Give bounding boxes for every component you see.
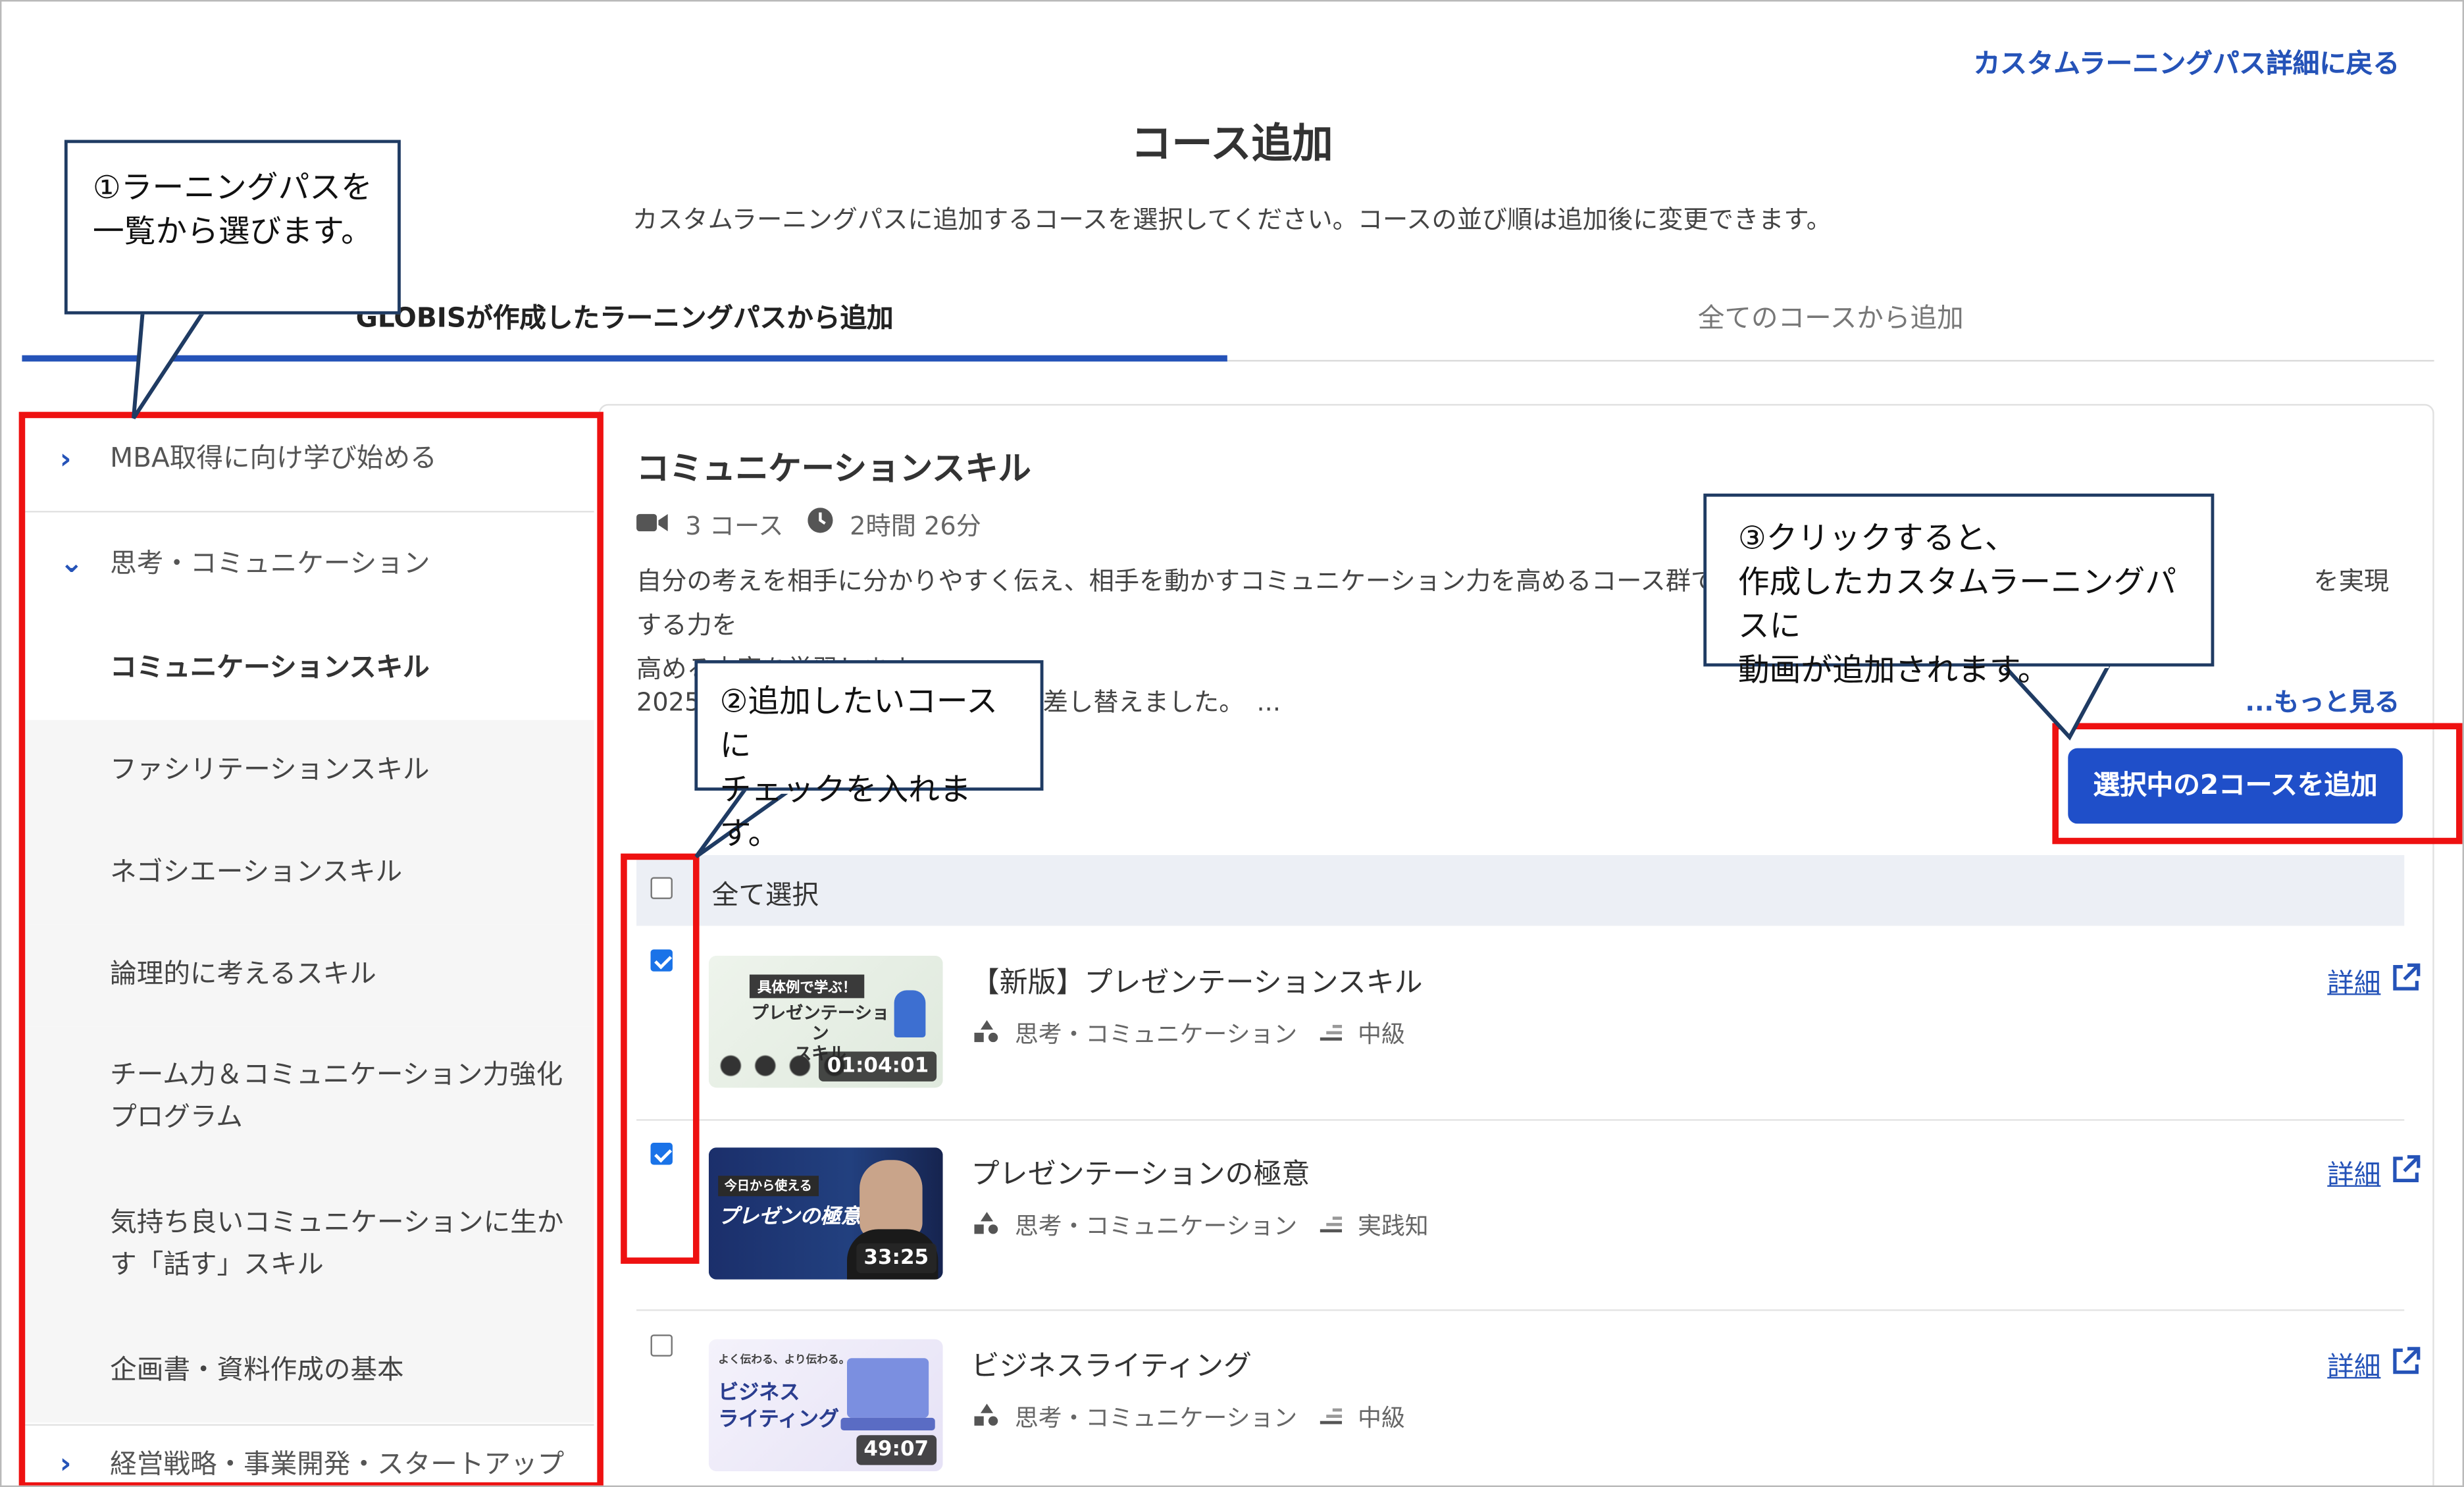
category-icon <box>974 1019 999 1048</box>
external-link-icon[interactable] <box>2390 1154 2422 1186</box>
category-icon <box>974 1403 999 1431</box>
course-thumbnail[interactable]: 具体例で学ぶ！ プレゼンテーション スキル 01:04:01 <box>708 955 943 1088</box>
course-title[interactable]: 【新版】プレゼンテーションスキル <box>971 960 1423 1001</box>
course-meta: 思考・コミュニケーション 中級 <box>974 1017 1405 1050</box>
course-checkbox[interactable] <box>650 1334 673 1357</box>
callout-pointer <box>131 308 209 419</box>
thumbnail-title: ビジネス ライティング <box>718 1382 839 1432</box>
tab-all-courses[interactable]: 全てのコースから追加 <box>1227 292 2434 361</box>
course-meta: 思考・コミュニケーション 実践知 <box>974 1209 1429 1241</box>
callout-text: 作成したカスタムラーニングパスに <box>1737 562 2177 645</box>
page: カスタムラーニングパス詳細に戻る コース追加 カスタムラーニングパスに追加するコ… <box>0 0 2464 1487</box>
thumbnail-tag: 今日から使える <box>718 1176 819 1197</box>
thumbnail-tag: 具体例で学ぶ！ <box>749 974 865 999</box>
callout-text: 動画が追加されます。 <box>1737 650 2049 689</box>
thumbnail-tag: よく伝わる、より伝わる。 <box>718 1353 850 1367</box>
level-icon <box>1320 1020 1343 1048</box>
update-text: 2025 <box>636 687 701 717</box>
callout-click-add: ③クリックすると、 作成したカスタムラーニングパスに 動画が追加されます。 <box>1703 493 2215 689</box>
annotation-highlight-checkboxes <box>621 853 700 1264</box>
course-count: 3 コース <box>685 511 784 541</box>
course-level: 中級 <box>1358 1403 1405 1432</box>
clock-icon <box>807 508 833 539</box>
annotation-highlight-sidebar <box>18 411 603 1486</box>
course-category: 思考・コミュニケーション <box>1014 1020 1298 1049</box>
description-text: 自分の考えを相手に分かりやすく伝え、相手を動かすコミュニケーション力を高めるコー… <box>636 565 1764 596</box>
course-detail-link[interactable]: 詳細 <box>2327 960 2380 1000</box>
course-thumbnail[interactable]: 今日から使える プレゼンの極意 33:25 <box>708 1147 943 1280</box>
course-detail-link[interactable]: 詳細 <box>2327 1344 2380 1384</box>
show-more-link[interactable]: ...もっと見る <box>2246 681 2400 718</box>
course-level: 中級 <box>1358 1020 1405 1049</box>
course-category: 思考・コミュニケーション <box>1014 1212 1298 1241</box>
learning-path-meta: 3 コース 2時間 26分 <box>636 505 981 542</box>
course-title[interactable]: ビジネスライティング <box>971 1344 1252 1385</box>
course-meta: 思考・コミュニケーション 中級 <box>974 1401 1405 1434</box>
callout-check-courses: ②追加したいコースに チェックを入れます。 <box>694 660 1044 852</box>
course-thumbnail[interactable]: よく伝わる、より伝わる。 ビジネス ライティング 49:07 <box>708 1339 943 1472</box>
callout-text: 一覧から選びます。 <box>92 212 372 250</box>
callout-text: ②追加したいコースに <box>719 682 998 764</box>
thumbnail-title: プレゼンの極意 <box>718 1205 861 1230</box>
select-all-label: 全て選択 <box>711 880 819 912</box>
callout-choose-learning-path: ①ラーニングパスを 一覧から選びます。 <box>64 140 401 315</box>
level-icon <box>1320 1403 1343 1431</box>
learning-path-title: コミュニケーションスキル <box>636 449 1031 488</box>
back-to-learning-path-link[interactable]: カスタムラーニングパス詳細に戻る <box>1974 41 2400 80</box>
external-link-icon[interactable] <box>2390 962 2422 993</box>
duration-badge: 33:25 <box>856 1243 937 1274</box>
level-icon <box>1320 1211 1343 1239</box>
category-icon <box>974 1211 999 1239</box>
duration-badge: 01:04:01 <box>819 1051 937 1082</box>
course-title[interactable]: プレゼンテーションの極意 <box>971 1152 1310 1193</box>
callout-text: ③クリックすると、 <box>1737 519 2016 557</box>
course-category: 思考・コミュニケーション <box>1014 1403 1298 1432</box>
update-text: 差し替えました。 ... <box>1042 687 1281 717</box>
course-detail-link[interactable]: 詳細 <box>2327 1152 2380 1191</box>
video-icon <box>636 509 668 538</box>
external-link-icon[interactable] <box>2390 1345 2422 1377</box>
duration-badge: 49:07 <box>856 1435 937 1465</box>
select-all-bar <box>636 855 2405 926</box>
course-level: 実践知 <box>1358 1212 1429 1241</box>
callout-text: ①ラーニングパスを <box>92 168 372 206</box>
callout-text: チェックを入れます。 <box>719 770 971 852</box>
total-duration: 2時間 26分 <box>850 511 981 541</box>
